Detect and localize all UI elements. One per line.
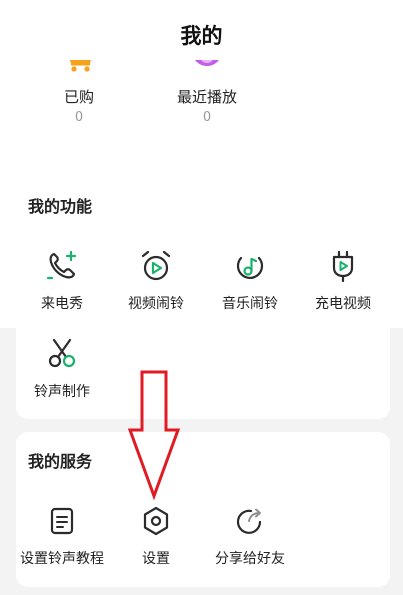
func-label: 铃声制作 [34, 384, 90, 400]
functions-card: 我的功能 来电秀 视频闹铃 音乐闹铃 充电视频 铃声制作 [16, 177, 390, 419]
share-icon [236, 508, 262, 534]
func-item-charging-video[interactable]: 充电视频 [295, 249, 391, 313]
purchased-stat[interactable]: 已购 0 [19, 54, 139, 125]
func-item-ringtone-maker[interactable]: 铃声制作 [14, 337, 110, 401]
func-item-video-alarm[interactable]: 视频闹铃 [108, 249, 204, 313]
func-label: 视频闹铃 [128, 296, 184, 312]
scissors-icon [48, 338, 76, 368]
phone-call-icon [46, 250, 77, 280]
func-label: 音乐闹铃 [222, 296, 278, 312]
serv-item-settings[interactable]: 设置 [108, 504, 204, 568]
recent-play-stat[interactable]: 最近播放 0 [147, 51, 267, 125]
functions-title: 我的功能 [28, 197, 93, 216]
func-label: 充电视频 [315, 296, 371, 312]
purchased-count: 0 [74, 110, 84, 125]
tutorial-icon [50, 507, 74, 535]
serv-item-ringtone-tutorial[interactable]: 设置铃声教程 [14, 504, 110, 568]
services-title: 我的服务 [28, 452, 93, 471]
serv-label: 分享给好友 [215, 551, 285, 567]
page-title: 我的 [180, 24, 223, 48]
annotation-arrow-down-icon [127, 370, 181, 500]
settings-icon [143, 506, 169, 536]
top-bar: 我的 [0, 0, 403, 60]
recent-play-label: 最近播放 [176, 88, 237, 106]
func-label: 来电秀 [41, 296, 83, 312]
alarm-music-icon [236, 256, 264, 280]
purchased-label: 已购 [63, 88, 94, 106]
recent-play-count: 0 [202, 110, 212, 125]
alarm-video-icon [141, 250, 171, 281]
serv-label: 设置 [142, 551, 170, 567]
serv-item-share-friends[interactable]: 分享给好友 [202, 504, 298, 568]
serv-label: 设置铃声教程 [20, 551, 104, 567]
charging-video-icon [332, 250, 354, 283]
func-item-music-alarm[interactable]: 音乐闹铃 [202, 249, 298, 313]
func-item-incoming-call-show[interactable]: 来电秀 [14, 249, 110, 313]
services-card: 我的服务 设置铃声教程 设置 分享给好友 [16, 432, 390, 587]
